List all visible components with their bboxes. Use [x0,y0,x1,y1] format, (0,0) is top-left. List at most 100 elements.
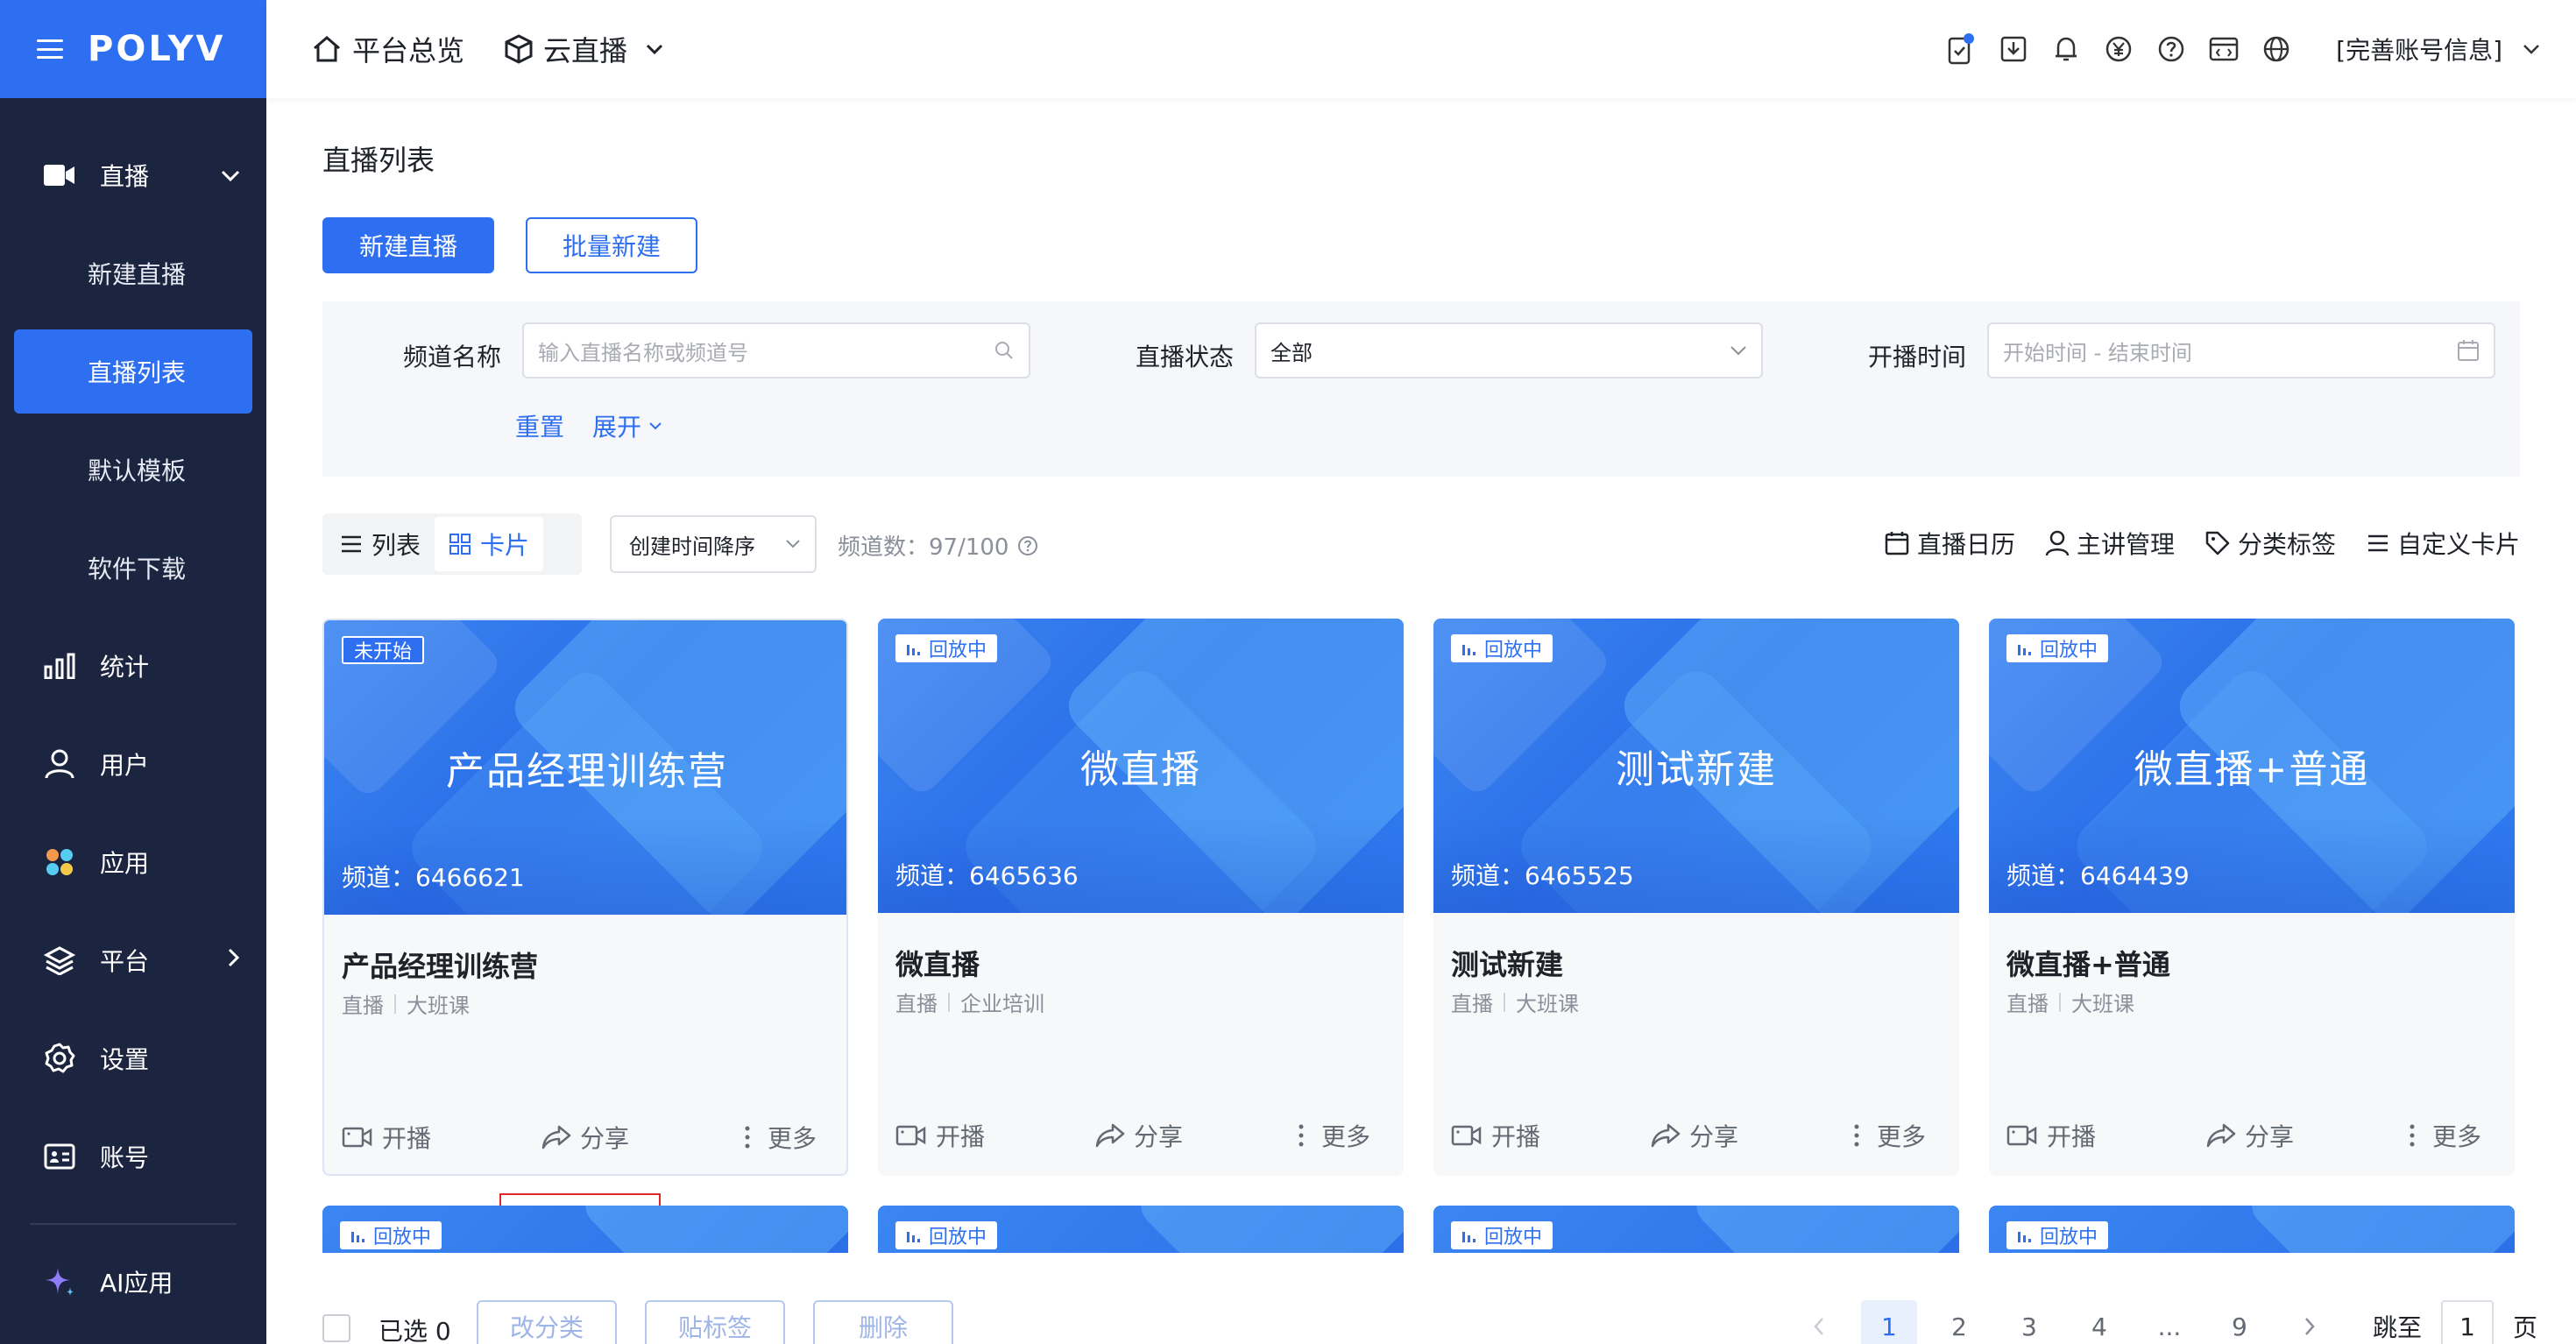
start-live-button[interactable]: 开播 [895,1109,985,1162]
new-live-button[interactable]: 新建直播 [322,217,494,273]
sidebar-item-users[interactable]: 用户 [0,715,266,813]
video-camera-icon [42,158,77,193]
live-card[interactable]: 未开始 产品经理训练营 频道：6466621 产品经理训练营 直播 大班课 开播… [322,619,848,1176]
card-cover[interactable]: 未开始 产品经理训练营 频道：6466621 [324,620,846,915]
change-category-button[interactable]: 改分类 [477,1300,617,1344]
custom-card-button[interactable]: 自定义卡片 [2366,526,2520,561]
help-icon[interactable] [2154,32,2189,67]
category-tags-button[interactable]: 分类标签 [2204,526,2336,561]
menu-icon[interactable] [37,39,63,59]
status-badge: 未开始 [342,636,425,664]
page-ellipsis[interactable]: ... [2141,1300,2197,1344]
live-card-partial[interactable]: 回放中 [878,1206,1404,1258]
logo-bar: POLYV [0,0,266,98]
more-button[interactable]: 更多 [2408,1109,2481,1162]
sparkle-icon [42,1264,77,1299]
sidebar-item-software-download[interactable]: 软件下载 [0,519,266,617]
globe-icon[interactable] [2259,32,2294,67]
sidebar-item-apps[interactable]: 应用 [0,813,266,911]
sidebar-item-new-live[interactable]: 新建直播 [0,224,266,322]
live-card-partial[interactable]: 回放中 [1433,1206,1959,1258]
page-9[interactable]: 9 [2212,1300,2268,1344]
card-meta: 直播 企业培训 [895,987,1044,1017]
sidebar-item-live-list[interactable]: 直播列表 [14,329,252,414]
sidebar-item-ai[interactable]: AI应用 [0,1242,266,1321]
card-title: 产品经理训练营 [342,950,539,983]
page-2[interactable]: 2 [1931,1300,1987,1344]
card-cover[interactable]: 回放中 微直播 频道：6465636 [878,619,1404,913]
card-cover[interactable]: 回放中 微直播+普通 频道：6464439 [1989,619,2515,913]
platform-overview-link[interactable]: 平台总览 [312,29,464,69]
live-calendar-button[interactable]: 直播日历 [1884,526,2015,561]
speaker-management-button[interactable]: 主讲管理 [2045,526,2175,561]
date-range-picker[interactable]: 开始时间 - 结束时间 [1987,322,2495,378]
live-card[interactable]: 回放中 测试新建 频道：6465525 测试新建 直播 大班课 开播 分享 更多 [1433,619,1959,1176]
select-all-checkbox[interactable] [322,1314,350,1342]
sidebar-item-account[interactable]: 账号 [0,1107,266,1206]
share-button[interactable]: 分享 [1095,1109,1183,1162]
help-icon [1018,535,1038,555]
cloud-live-dropdown[interactable]: 云直播 [505,29,675,69]
share-button[interactable]: 分享 [2206,1109,2294,1162]
video-camera-icon [342,1127,372,1148]
channel-search-input[interactable]: 输入直播名称或频道号 [522,322,1030,378]
jump-page-input[interactable]: 1 [2440,1300,2494,1344]
page-1[interactable]: 1 [1860,1300,1917,1344]
sidebar-item-live[interactable]: 直播 [0,126,266,224]
next-page-icon[interactable] [2282,1300,2338,1344]
share-label: 分享 [1134,1122,1184,1151]
share-button[interactable]: 分享 [1651,1109,1738,1162]
code-window-icon[interactable] [2206,32,2241,67]
more-button[interactable]: 更多 [743,1111,817,1164]
start-live-button[interactable]: 开播 [1451,1109,1540,1162]
id-card-icon [42,1139,77,1174]
account-menu[interactable]: [完善账号信息] [2336,32,2541,67]
expand-link[interactable]: 展开 [592,408,662,443]
pagination: 1 2 3 4 ... 9 跳至 1 页 [1777,1300,2537,1344]
page-3[interactable]: 3 [2001,1300,2057,1344]
status-text: 回放中 [2040,1227,2098,1249]
sidebar-item-stats[interactable]: 统计 [0,617,266,715]
yen-icon[interactable] [2101,32,2136,67]
batch-action-bar: 已选 0 改分类 贴标签 删除 1 2 3 4 ... 9 跳至 1 页 [266,1253,2576,1344]
view-list-tab[interactable]: 列表 [326,517,435,571]
status-text: 回放中 [2040,640,2098,661]
card-cover[interactable]: 回放中 测试新建 频道：6465525 [1433,619,1959,913]
live-card[interactable]: 回放中 微直播+普通 频道：6464439 微直播+普通 直播 大班课 开播 分… [1989,619,2515,1176]
reset-link[interactable]: 重置 [515,408,564,443]
delete-button[interactable]: 删除 [813,1300,953,1344]
status-badge: 回放中 [1451,1221,1553,1249]
status-badge: 回放中 [895,634,998,662]
batch-new-button[interactable]: 批量新建 [526,217,697,273]
sort-select[interactable]: 创建时间降序 [610,515,817,573]
cloud-live-label: 云直播 [543,34,628,67]
page-4[interactable]: 4 [2071,1300,2127,1344]
card-meta: 直播 大班课 [342,988,470,1019]
sidebar-item-platform[interactable]: 平台 [0,911,266,1009]
more-label: 更多 [768,1124,817,1153]
top-header: 平台总览 云直播 [完善账号信息] [266,0,2576,98]
sidebar-item-settings[interactable]: 设置 [0,1009,266,1107]
status-badge: 回放中 [2006,1221,2109,1249]
share-icon [1095,1123,1125,1148]
share-button[interactable]: 分享 [541,1111,629,1164]
more-button[interactable]: 更多 [1297,1109,1370,1162]
bell-icon[interactable] [2049,32,2084,67]
sidebar-item-default-template[interactable]: 默认模板 [0,421,266,519]
live-card[interactable]: 回放中 微直播 频道：6465636 微直播 直播 企业培训 开播 分享 更多 [878,619,1404,1176]
add-tag-button[interactable]: 贴标签 [645,1300,785,1344]
start-live-label: 开播 [1491,1122,1541,1151]
more-button[interactable]: 更多 [1852,1109,1926,1162]
start-live-button[interactable]: 开播 [342,1111,431,1164]
live-card-partial[interactable]: 回放中 [322,1206,848,1258]
live-status-select[interactable]: 全部 [1255,322,1763,378]
start-live-button[interactable]: 开播 [2006,1109,2096,1162]
bar-chart-icon [42,648,77,683]
view-card-tab[interactable]: 卡片 [435,517,544,571]
download-icon[interactable] [1996,32,2031,67]
bars-icon [1462,1232,1476,1242]
prev-page-icon[interactable] [1791,1300,1847,1344]
task-icon[interactable] [1943,32,1978,67]
live-card-partial[interactable]: 回放中 [1989,1206,2515,1258]
bars-icon [351,1232,364,1242]
